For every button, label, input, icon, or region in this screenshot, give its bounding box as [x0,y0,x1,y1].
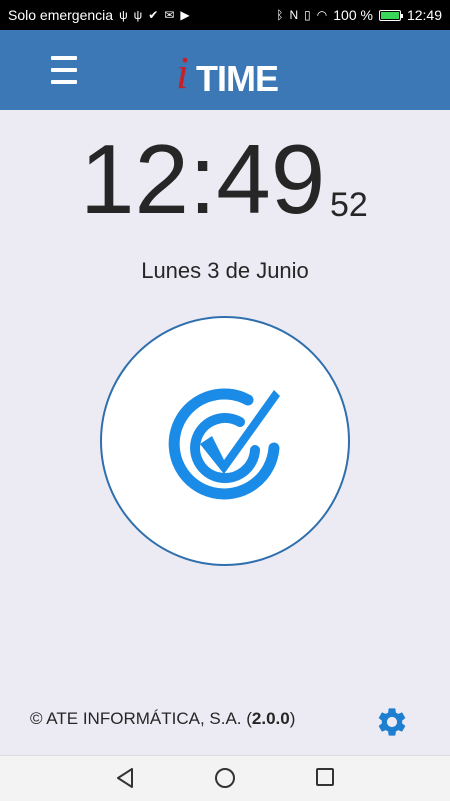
app-bar: i TIME [0,30,450,110]
bluetooth-icon: ᛒ [276,8,284,22]
menu-button[interactable] [46,56,82,84]
status-left: Solo emergencia ψ ψ ✔ ✉ ▶ [8,7,190,23]
close-paren: ) [289,709,296,728]
play-store-icon: ▶ [180,8,190,22]
wifi-icon: ◠ [316,8,328,22]
battery-icon [378,9,403,21]
recent-square-icon[interactable] [314,766,336,788]
carrier-text: Solo emergencia [8,7,114,23]
home-circle-icon[interactable] [213,766,237,790]
usb-icon: ψ [119,8,128,22]
status-bar: Solo emergencia ψ ψ ✔ ✉ ▶ ᛒ N ▯ ◠ 100 % … [0,0,450,30]
copyright-label: © ATE INFORMÁTICA, S.A. ( [30,709,252,728]
clock-hours-minutes: 12:49 [80,124,326,234]
vibrate-icon: ▯ [304,8,311,22]
logo-i: i [176,47,189,98]
mail-icon: ✉ [164,8,175,22]
menu-line [51,68,77,72]
nfc-icon: N [289,8,299,22]
status-time: 12:49 [406,7,442,23]
itime-logo: i TIME [176,44,286,100]
gear-icon [378,708,406,736]
clock-seconds: 52 [330,186,368,224]
battery-percent: 100 % [333,7,373,23]
check-circle-icon [168,388,280,500]
menu-line [51,56,77,60]
logo-time-text: TIME [196,58,279,99]
usb-icon-2: ψ [133,8,143,22]
settings-button[interactable] [375,705,409,739]
date-label: Lunes 3 de Junio [141,258,309,283]
clock-in-button[interactable] [100,316,350,566]
copyright-text: © ATE INFORMÁTICA, S.A. (2.0.0) [30,709,295,729]
menu-line [51,80,77,84]
version-number: 2.0.0 [251,709,290,728]
download-done-icon: ✔ [148,8,159,22]
battery-fill [380,11,399,19]
status-right: ᛒ N ▯ ◠ 100 % 12:49 [276,7,442,23]
navigation-bar [0,755,450,801]
back-triangle-icon[interactable] [113,766,137,790]
